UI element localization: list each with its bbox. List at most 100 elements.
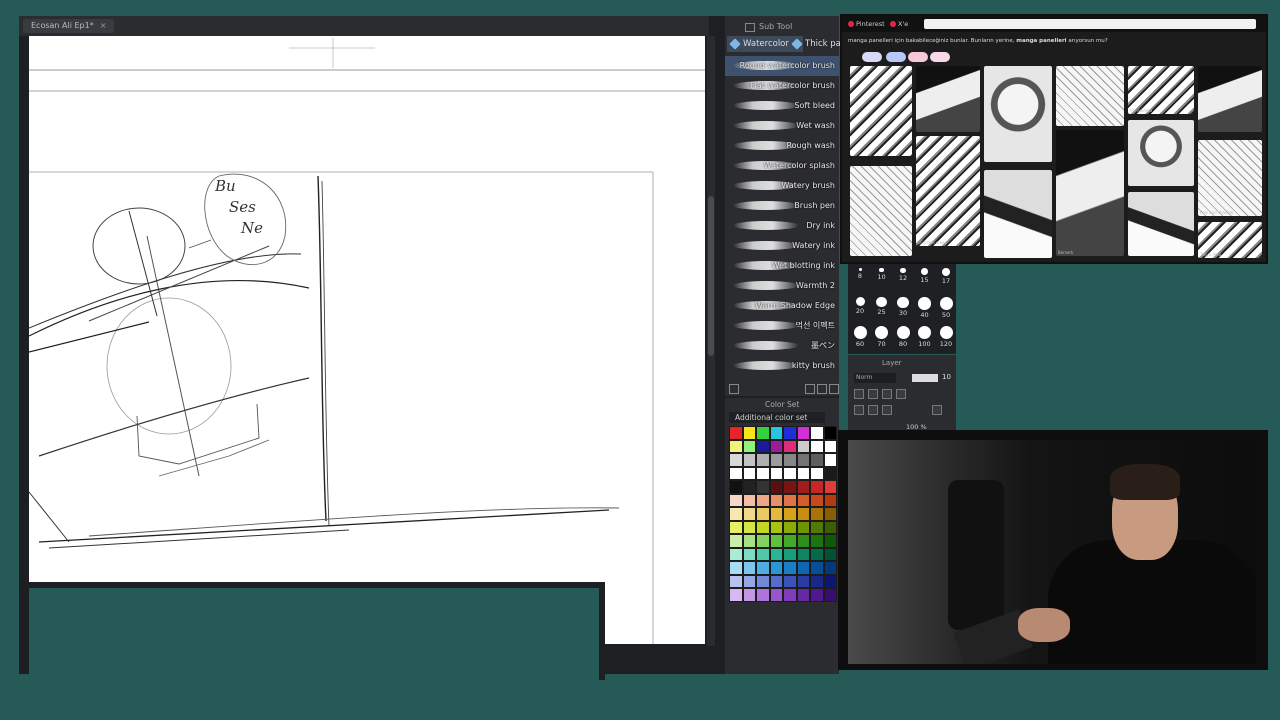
pin-image[interactable]: Pals and shadow [1198, 140, 1262, 216]
color-swatch[interactable] [810, 480, 824, 494]
color-swatch[interactable] [783, 507, 797, 521]
pin-image[interactable]: Berserk [1056, 130, 1124, 256]
blend-mode-select[interactable]: Norm [854, 373, 896, 383]
color-swatch[interactable] [823, 520, 837, 534]
mask-icon[interactable] [896, 389, 906, 399]
color-swatch[interactable] [729, 574, 743, 588]
scrollbar-thumb[interactable] [708, 196, 714, 356]
color-swatch[interactable] [769, 520, 783, 534]
color-swatch[interactable] [742, 534, 756, 548]
color-swatch[interactable] [810, 439, 824, 453]
brush-size-option[interactable]: 20 [850, 297, 870, 315]
color-swatch[interactable] [742, 520, 756, 534]
brush-size-option[interactable]: 12 [893, 268, 913, 282]
color-swatch[interactable] [769, 574, 783, 588]
color-swatch[interactable] [756, 547, 770, 561]
brush-item[interactable]: 먹선 이펙트 [725, 316, 839, 336]
canvas-scrollbar[interactable] [707, 36, 715, 646]
pin-image[interactable] [1056, 66, 1124, 126]
brush-size-option[interactable]: 100 [915, 326, 935, 348]
pin-image[interactable]: Dündeki erkek [916, 136, 980, 246]
color-swatch[interactable] [783, 453, 797, 467]
color-swatch[interactable] [783, 480, 797, 494]
color-swatch[interactable] [769, 547, 783, 561]
color-swatch[interactable] [769, 453, 783, 467]
color-swatch[interactable] [756, 520, 770, 534]
browser-tab[interactable]: X'e [888, 18, 928, 30]
clip-icon[interactable] [854, 405, 864, 415]
brush-item[interactable]: Brush pen [725, 196, 839, 216]
pin-image[interactable] [850, 66, 912, 156]
color-swatch[interactable] [810, 466, 824, 480]
color-swatch[interactable] [810, 574, 824, 588]
filter-chip[interactable] [886, 52, 906, 62]
filter-chip[interactable] [862, 52, 882, 62]
color-swatch[interactable] [783, 439, 797, 453]
color-swatch[interactable] [783, 574, 797, 588]
color-swatch[interactable] [796, 534, 810, 548]
color-swatch[interactable] [823, 426, 837, 440]
color-swatch[interactable] [810, 507, 824, 521]
brush-item[interactable]: Warmth 2 [725, 276, 839, 296]
color-swatch[interactable] [769, 534, 783, 548]
color-swatch[interactable] [756, 493, 770, 507]
close-icon[interactable]: × [100, 21, 107, 30]
brush-item[interactable]: Watercolor splash [725, 156, 839, 176]
color-swatch[interactable] [769, 588, 783, 602]
color-swatch[interactable] [796, 561, 810, 575]
color-swatch[interactable] [742, 453, 756, 467]
color-swatch[interactable] [756, 534, 770, 548]
color-swatch[interactable] [796, 588, 810, 602]
color-swatch[interactable] [769, 507, 783, 521]
color-swatch[interactable] [729, 466, 743, 480]
color-swatch[interactable] [796, 493, 810, 507]
brush-size-option[interactable]: 80 [893, 326, 913, 348]
brush-size-option[interactable]: 60 [850, 326, 870, 348]
lock-alpha-icon[interactable] [882, 405, 892, 415]
brush-item[interactable]: Dry ink [725, 216, 839, 236]
folder-icon[interactable] [868, 389, 878, 399]
color-swatch[interactable] [796, 480, 810, 494]
brush-item[interactable]: Rough wash [725, 136, 839, 156]
color-swatch[interactable] [823, 588, 837, 602]
color-swatch[interactable] [823, 453, 837, 467]
color-swatch[interactable] [823, 493, 837, 507]
pin-image[interactable] [1198, 66, 1262, 132]
brush-item[interactable]: kitty brush [725, 356, 839, 376]
brush-size-option[interactable]: 17 [936, 268, 956, 285]
color-swatch[interactable] [729, 453, 743, 467]
color-swatch[interactable] [796, 426, 810, 440]
brush-item[interactable]: 墨ペン [725, 336, 839, 356]
brush-item[interactable]: Watery ink [725, 236, 839, 256]
brush-size-option[interactable]: 8 [850, 268, 870, 280]
color-swatch[interactable] [742, 480, 756, 494]
drawing-canvas[interactable]: Bu Ses Ne [29, 36, 705, 644]
reference-icon[interactable] [868, 405, 878, 415]
color-swatch[interactable] [823, 534, 837, 548]
pin-image[interactable]: Vrr adımbu [1128, 66, 1194, 114]
color-swatch[interactable] [742, 493, 756, 507]
color-swatch[interactable] [810, 493, 824, 507]
color-swatch[interactable] [823, 561, 837, 575]
color-swatch[interactable] [783, 588, 797, 602]
color-swatch[interactable] [729, 561, 743, 575]
color-swatch[interactable] [796, 507, 810, 521]
color-swatch[interactable] [810, 426, 824, 440]
color-swatch[interactable] [742, 588, 756, 602]
color-swatch[interactable] [729, 480, 743, 494]
trash-icon[interactable] [829, 384, 839, 394]
color-swatch[interactable] [756, 426, 770, 440]
color-swatch[interactable] [769, 493, 783, 507]
color-swatch[interactable] [756, 480, 770, 494]
settings-icon[interactable] [729, 384, 739, 394]
copy-icon[interactable] [817, 384, 827, 394]
color-swatch[interactable] [756, 507, 770, 521]
color-swatch[interactable] [823, 439, 837, 453]
color-swatch[interactable] [796, 453, 810, 467]
brush-size-option[interactable]: 10 [872, 268, 892, 281]
color-swatch[interactable] [823, 466, 837, 480]
color-swatch[interactable] [783, 426, 797, 440]
color-swatch[interactable] [823, 480, 837, 494]
color-swatch[interactable] [756, 466, 770, 480]
brush-item[interactable]: Warm Shadow Edge [725, 296, 839, 316]
